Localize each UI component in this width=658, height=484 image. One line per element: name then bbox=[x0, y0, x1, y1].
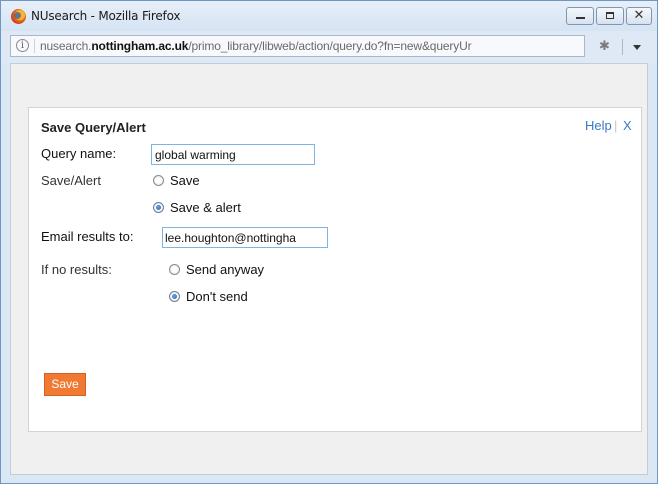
info-icon[interactable]: i bbox=[16, 39, 29, 52]
url-domain: nottingham.ac.uk bbox=[91, 39, 189, 53]
radio-send-anyway-label[interactable]: Send anyway bbox=[186, 262, 264, 277]
url-prefix: nusearch. bbox=[40, 39, 92, 53]
chevron-down-icon[interactable] bbox=[633, 45, 641, 50]
no-results-label: If no results: bbox=[41, 262, 112, 277]
browser-window: NUsearch - Mozilla Firefox ✕ i nusearch.… bbox=[0, 0, 658, 484]
radio-send-anyway[interactable] bbox=[169, 264, 180, 275]
radio-save-alert[interactable] bbox=[153, 202, 164, 213]
page-content: Save Query/Alert Help | X Query name: gl… bbox=[10, 63, 648, 475]
radio-dont-send-label[interactable]: Don't send bbox=[186, 289, 248, 304]
close-icon: ✕ bbox=[633, 8, 645, 23]
title-bar[interactable]: NUsearch - Mozilla Firefox ✕ bbox=[1, 1, 657, 31]
firefox-logo-icon bbox=[11, 9, 26, 24]
window-title: NUsearch - Mozilla Firefox bbox=[31, 9, 181, 23]
close-dialog-link[interactable]: X bbox=[623, 118, 632, 133]
close-window-button[interactable]: ✕ bbox=[626, 7, 652, 25]
minimize-button[interactable] bbox=[566, 7, 594, 25]
radio-save-alert-label[interactable]: Save & alert bbox=[170, 200, 241, 215]
url-divider bbox=[34, 39, 35, 53]
query-name-label: Query name: bbox=[41, 146, 117, 161]
save-query-dialog: Save Query/Alert Help | X Query name: gl… bbox=[28, 107, 642, 432]
address-bar[interactable]: i nusearch.nottingham.ac.uk/primo_librar… bbox=[10, 35, 585, 57]
query-name-input[interactable]: global warming bbox=[151, 144, 315, 165]
save-button[interactable]: Save bbox=[44, 373, 86, 396]
puzzle-icon[interactable]: ✱ bbox=[599, 39, 613, 53]
maximize-icon bbox=[606, 12, 614, 19]
radio-dont-send[interactable] bbox=[169, 291, 180, 302]
url-path: /primo_library/libweb/action/query.do?fn… bbox=[188, 39, 472, 53]
dialog-title: Save Query/Alert bbox=[41, 120, 146, 135]
minimize-icon bbox=[576, 17, 585, 19]
link-separator: | bbox=[614, 118, 618, 133]
help-link[interactable]: Help bbox=[585, 118, 612, 133]
radio-save[interactable] bbox=[153, 175, 164, 186]
email-input[interactable]: lee.houghton@nottingha bbox=[162, 227, 328, 248]
maximize-button[interactable] bbox=[596, 7, 624, 25]
radio-save-label[interactable]: Save bbox=[170, 173, 200, 188]
navigation-bar: i nusearch.nottingham.ac.uk/primo_librar… bbox=[1, 31, 657, 63]
toolbar-divider bbox=[622, 39, 623, 55]
save-alert-label: Save/Alert bbox=[41, 173, 101, 188]
url-text[interactable]: nusearch.nottingham.ac.uk/primo_library/… bbox=[40, 39, 580, 53]
email-label: Email results to: bbox=[41, 229, 134, 244]
